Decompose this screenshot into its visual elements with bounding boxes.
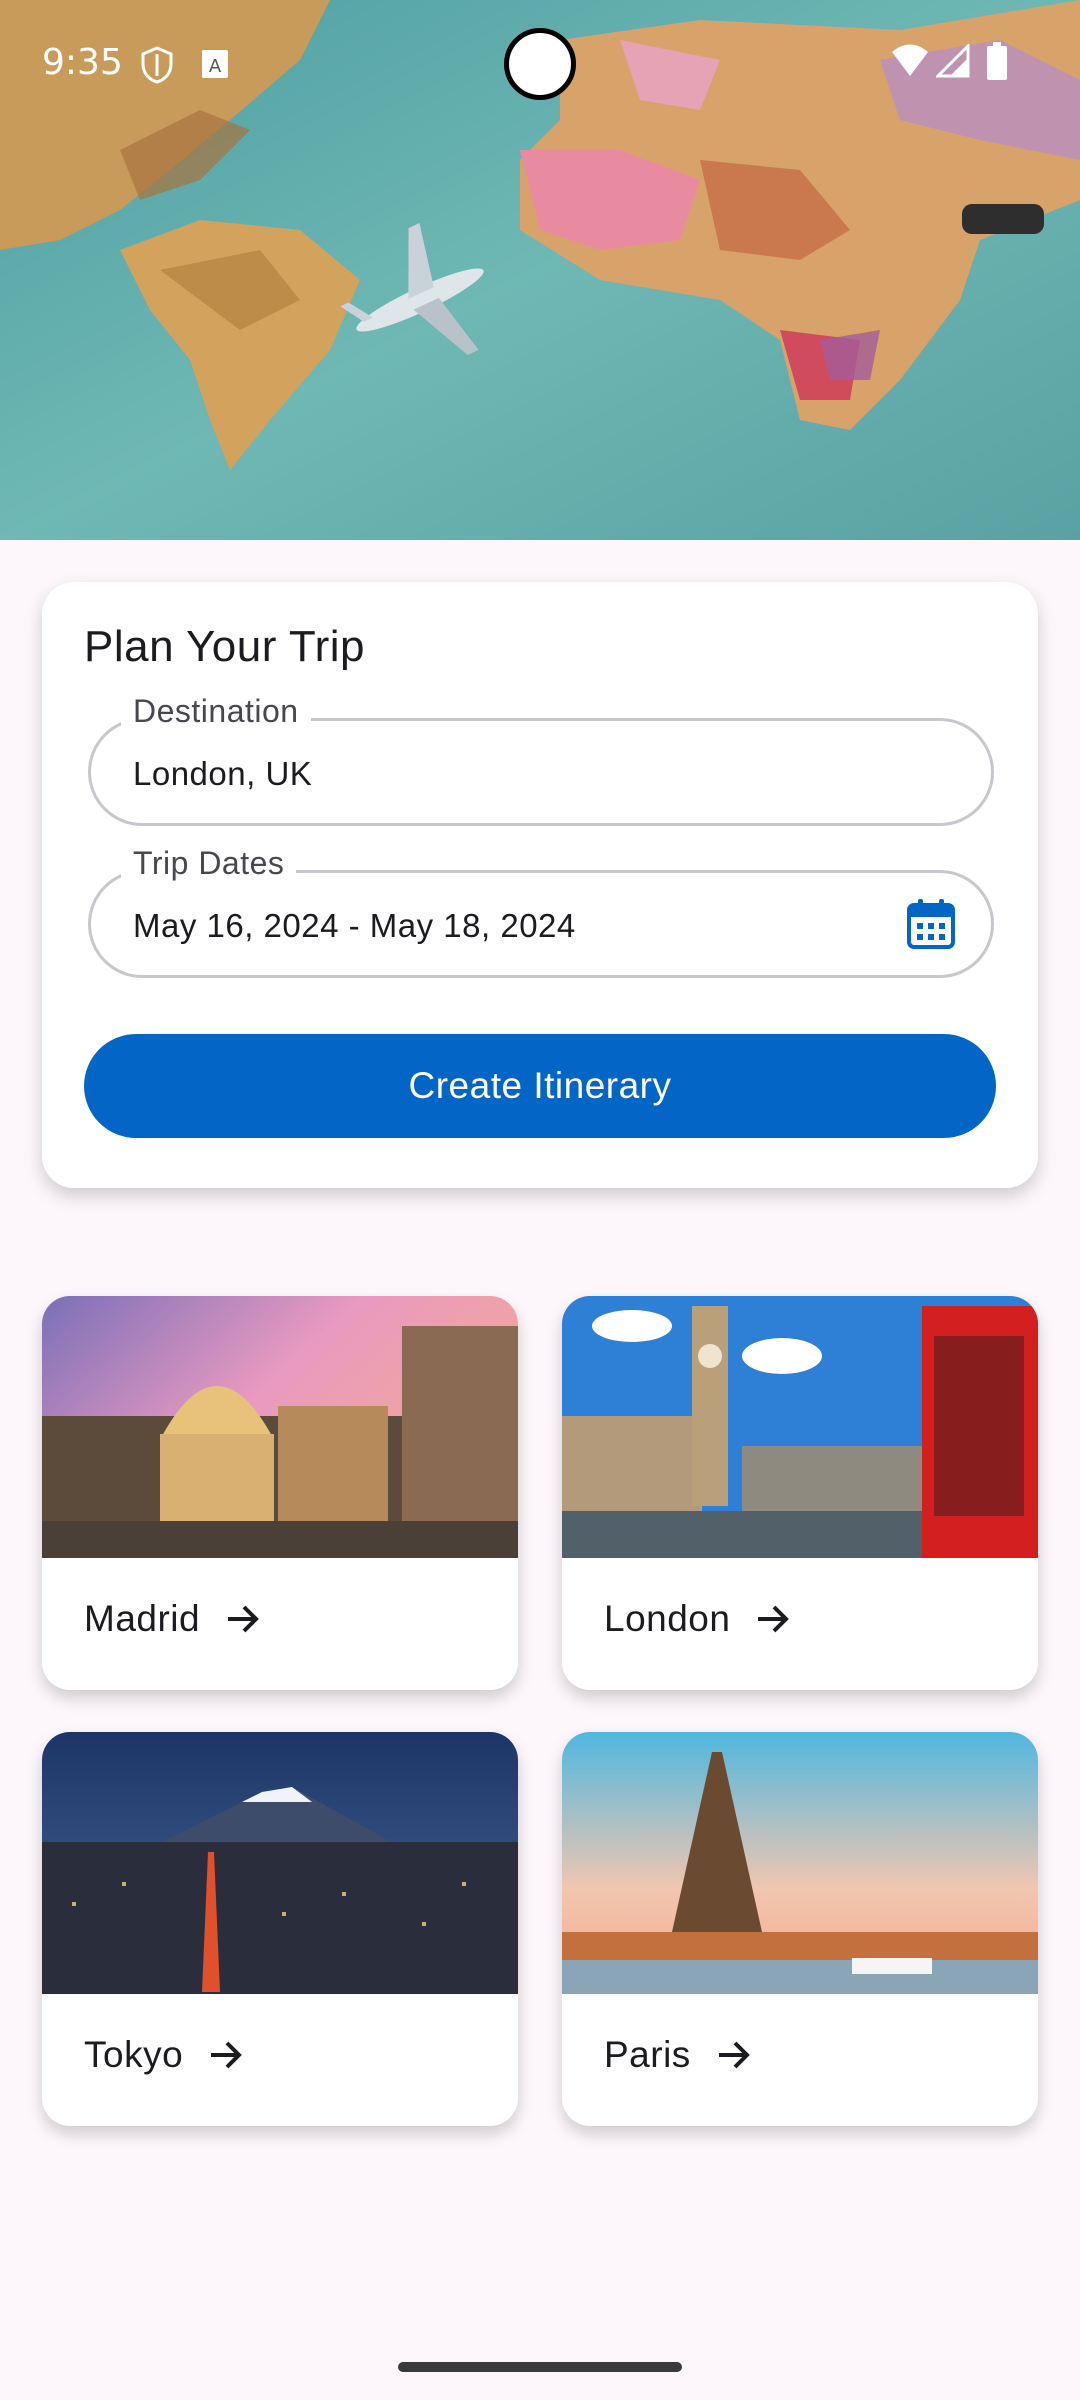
tokyo-caption: Tokyo: [84, 2034, 243, 2076]
trip-dates-label: Trip Dates: [121, 845, 297, 882]
madrid-image: [42, 1296, 518, 1558]
status-time: 9:35: [42, 42, 123, 83]
arrow-right-icon: [228, 1605, 259, 1633]
camera-cutout: [504, 28, 576, 100]
paris-image: [562, 1732, 1038, 1994]
london-caption: London: [604, 1598, 790, 1640]
trip-dates-field[interactable]: Trip Dates May 16, 2024 - May 18, 2024: [88, 845, 994, 978]
arrow-right-icon: [718, 2041, 750, 2069]
status-bar: 9:35 A: [0, 0, 1080, 130]
destination-card-madrid[interactable]: Madrid: [42, 1296, 518, 1690]
plan-trip-card: Plan Your Trip Destination London, UK Tr…: [42, 582, 1038, 1188]
madrid-caption: Madrid: [84, 1598, 260, 1640]
plan-title: Plan Your Trip: [84, 622, 365, 671]
paris-caption: Paris: [604, 2034, 751, 2076]
destination-name: Madrid: [84, 1598, 201, 1639]
destination-name: Tokyo: [84, 2034, 184, 2075]
destination-name: Paris: [604, 2034, 691, 2075]
wifi-icon: [890, 44, 930, 83]
destination-card-london[interactable]: London: [562, 1296, 1038, 1690]
destination-card-tokyo[interactable]: Tokyo: [42, 1732, 518, 2126]
arrow-right-icon: [758, 1605, 790, 1633]
trip-dates-value: May 16, 2024 - May 18, 2024: [133, 907, 576, 944]
destination-name: London: [604, 1598, 731, 1639]
calendar-icon[interactable]: [905, 897, 957, 956]
home-gesture-bar[interactable]: [398, 2362, 682, 2372]
destination-field[interactable]: Destination London, UK: [88, 693, 994, 826]
tokyo-image: [42, 1732, 518, 1994]
signal-icon: [934, 42, 970, 83]
app-notification-icon: A: [198, 46, 232, 87]
battery-icon: [986, 42, 1008, 85]
destination-value: London, UK: [133, 755, 313, 792]
london-image: [562, 1296, 1038, 1558]
shield-icon: [140, 46, 174, 89]
destination-label: Destination: [121, 693, 311, 730]
create-itinerary-button[interactable]: Create Itinerary: [84, 1034, 996, 1138]
arrow-right-icon: [211, 2041, 242, 2069]
svg-text:A: A: [209, 56, 222, 77]
destination-card-paris[interactable]: Paris: [562, 1732, 1038, 2126]
